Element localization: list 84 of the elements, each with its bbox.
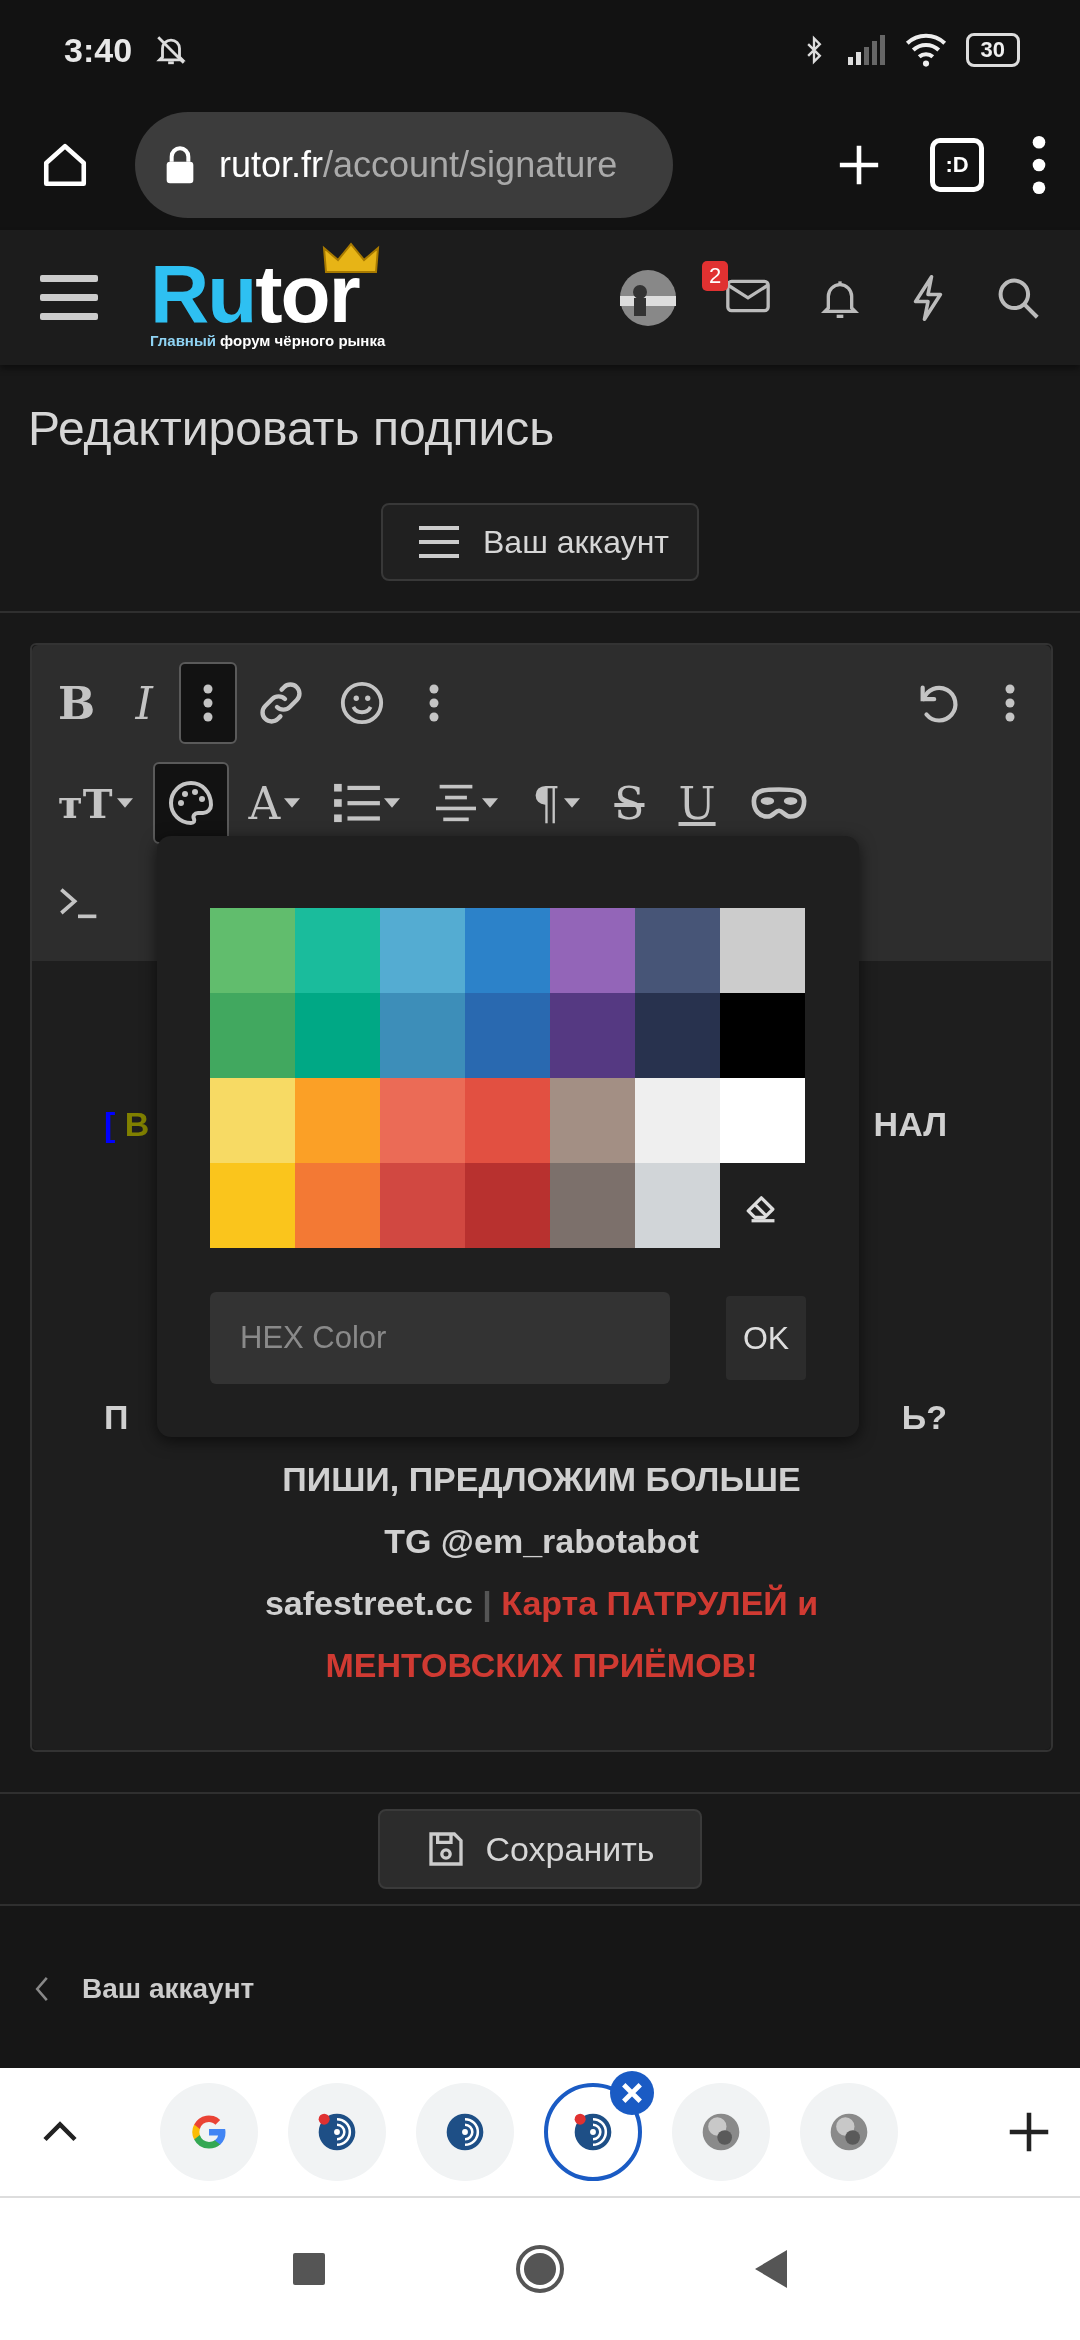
account-menu-button[interactable]: Ваш аккаунт [381,503,699,581]
hex-color-field[interactable]: HEX Color [210,1292,670,1384]
breadcrumb-link[interactable]: Ваш аккаунт [82,1973,255,2005]
color-swatch[interactable] [210,908,295,993]
clock-time: 3:40 [64,30,133,70]
color-swatch[interactable] [550,993,635,1078]
plus-icon[interactable] [1008,2111,1050,2153]
color-swatch[interactable] [720,1078,805,1163]
underline-button[interactable]: U [664,762,730,844]
color-swatch[interactable] [295,908,380,993]
signature-text: МЕНТОВСКИХ ПРИЁМОВ! [325,1645,758,1686]
envelope-icon[interactable] [726,278,770,313]
chevron-left-icon [34,1976,50,2002]
signature-text: Ь? [901,1397,947,1438]
more-menu-icon[interactable] [1032,135,1046,195]
signature-text: TG @em_rabotabot [384,1521,699,1562]
color-swatch[interactable] [210,1078,295,1163]
color-swatch[interactable] [380,1078,465,1163]
strikethrough-button[interactable]: S [600,762,659,844]
more-icon [429,683,440,723]
color-swatch[interactable] [295,1163,380,1248]
page-title: Редактировать подпись [27,401,556,457]
color-swatch[interactable] [550,1078,635,1163]
paragraph-button[interactable]: ¶ [518,762,595,844]
color-swatch[interactable] [635,993,720,1078]
bold-button[interactable]: B [44,662,110,744]
color-swatch[interactable] [295,993,380,1078]
close-icon[interactable] [610,2071,654,2115]
color-swatch[interactable] [550,1163,635,1248]
more-button[interactable] [179,662,238,744]
save-button[interactable]: Сохранить [377,1809,703,1889]
color-swatch[interactable] [720,993,805,1078]
color-swatch[interactable] [635,1078,720,1163]
terminal-icon [58,886,98,920]
triangle-icon[interactable] [755,2250,787,2288]
color-swatch[interactable] [380,908,465,993]
caret-icon [116,798,133,808]
italic-button[interactable]: I [115,662,174,744]
signal-icon [845,35,886,65]
palette-icon [166,779,215,827]
tab-switcher-button[interactable]: :D [930,138,984,192]
caret-icon [284,798,301,808]
caret-icon [384,798,401,808]
smiley-icon [339,680,386,726]
color-swatch[interactable] [465,908,550,993]
color-swatch[interactable] [210,993,295,1078]
ok-button[interactable]: OK [726,1296,806,1380]
color-swatch[interactable] [635,1163,720,1248]
color-swatch[interactable] [465,993,550,1078]
color-swatch[interactable] [210,1163,295,1248]
color-swatch[interactable] [380,993,465,1078]
center-align-icon [434,783,479,823]
caret-icon [564,798,581,808]
circle-icon[interactable] [515,2244,565,2294]
menu-icon [419,526,459,558]
color-swatch[interactable] [295,1078,380,1163]
bulleted-list-icon [334,782,381,824]
text-size-button[interactable]: тT [44,762,147,844]
battery-level: 30 [965,33,1020,67]
avatar-icon[interactable] [620,269,676,326]
menu-icon[interactable] [40,274,98,321]
unread-count-badge: 2 [702,260,729,291]
palette-button[interactable] [152,762,229,844]
color-swatch[interactable] [550,908,635,993]
chevron-up-icon[interactable] [42,2121,78,2143]
signature-text: ПИШИ, ПРЕДЛОЖИМ БОЛЬШЕ [282,1459,801,1500]
signature-text: safestreet.cc | Карта ПАТРУЛЕЙ и [264,1583,819,1624]
caret-icon [482,798,499,808]
logo-tagline: Главный форум чёрного рынка [150,332,386,349]
logo-wordmark[interactable]: Rutor [150,256,386,332]
signature-text: [ В [104,1104,150,1145]
color-swatch[interactable] [380,1163,465,1248]
color-swatch[interactable] [635,908,720,993]
text-color-button[interactable]: A [234,762,315,844]
more-icon [1005,683,1015,723]
color-swatch[interactable] [465,1078,550,1163]
color-swatch[interactable] [465,1163,550,1248]
signature-text: П [104,1397,129,1438]
wifi-icon [903,33,948,67]
url-text: rutor.fr/account/signature [219,144,618,186]
color-swatch[interactable] [720,908,805,993]
signature-text: НАЛ [873,1104,947,1145]
more-icon [203,683,214,723]
address-bar[interactable]: rutor.fr/account/signature [135,112,673,218]
